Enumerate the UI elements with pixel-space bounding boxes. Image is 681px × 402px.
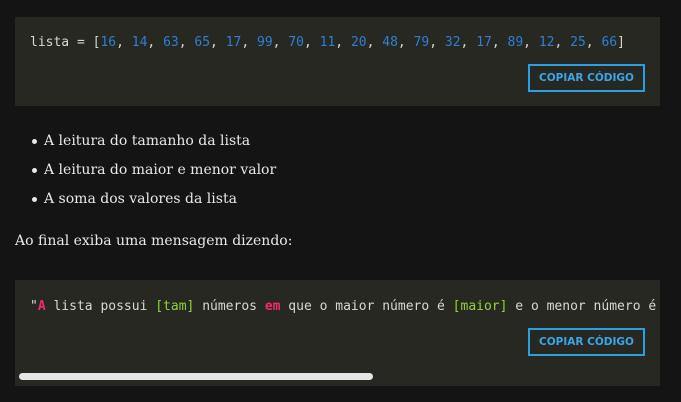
code-block-message: "A lista possui [tam] números em que o m… [15,280,660,386]
code-block-list: lista = [16, 14, 63, 65, 17, 99, 70, 11,… [15,17,660,106]
comma-separator: , [178,35,195,50]
number-literal: 16 [100,35,117,50]
comma-separator: , [147,35,164,50]
number-literal: 17 [225,35,242,50]
comma-separator: , [585,35,602,50]
code-placeholder-maior: [maior] [452,299,508,314]
comma-separator: , [366,35,383,50]
code-text: lista possui [45,299,156,314]
code-line: lista = [16, 14, 63, 65, 17, 99, 70, 11,… [30,35,625,50]
code-keyword: A [37,299,46,314]
list-item: A soma dos valores da lista [31,186,276,215]
comma-separator: , [303,35,320,50]
number-literal: 11 [319,35,336,50]
number-literal: 25 [570,35,586,50]
comma-separator: , [210,35,226,50]
code-prefix: lista = [ [30,35,101,50]
code-text: e o menor número é [507,299,657,314]
comma-separator: , [460,35,477,50]
horizontal-scrollbar[interactable] [19,373,373,380]
number-literal: 63 [163,35,179,50]
code-text: que o maior número é [280,299,453,314]
number-literal: 48 [382,35,398,50]
number-literal: 14 [131,35,148,50]
number-literal: 65 [194,35,211,50]
number-literal: 12 [538,35,555,50]
comma-separator: , [272,35,289,50]
requirements-list: A leitura do tamanho da lista A leitura … [0,128,276,215]
number-literal: 17 [476,35,492,50]
instruction-paragraph: Ao final exiba uma mensagem dizendo: [15,233,293,249]
number-literal: 89 [507,35,524,50]
comma-separator: , [397,35,414,50]
number-literal: 79 [413,35,430,50]
comma-separator: , [116,35,132,50]
comma-separator: , [241,35,258,50]
number-literal: 32 [444,35,461,50]
number-literal: 66 [601,35,618,50]
code-suffix: ] [617,35,625,50]
list-item: A leitura do tamanho da lista [31,128,276,157]
code-text: números [194,299,265,314]
comma-separator: , [523,35,539,50]
number-literal: 99 [257,35,273,50]
comma-separator: , [429,35,445,50]
comma-separator: , [554,35,571,50]
copy-code-button[interactable]: COPIAR CÓDIGO [528,328,645,356]
list-item: A leitura do maior e menor valor [31,157,276,186]
comma-separator: , [491,35,508,50]
number-literal: 20 [350,35,367,50]
code-placeholder-tam: [tam] [155,299,195,314]
comma-separator: , [335,35,351,50]
number-list: 16, 14, 63, 65, 17, 99, 70, 11, 20, 48, … [100,35,617,50]
code-quote: " [30,299,38,314]
code-line: "A lista possui [tam] números em que o m… [30,299,656,314]
number-literal: 70 [288,35,304,50]
copy-code-button[interactable]: COPIAR CÓDIGO [528,64,645,92]
code-keyword: em [264,299,281,314]
